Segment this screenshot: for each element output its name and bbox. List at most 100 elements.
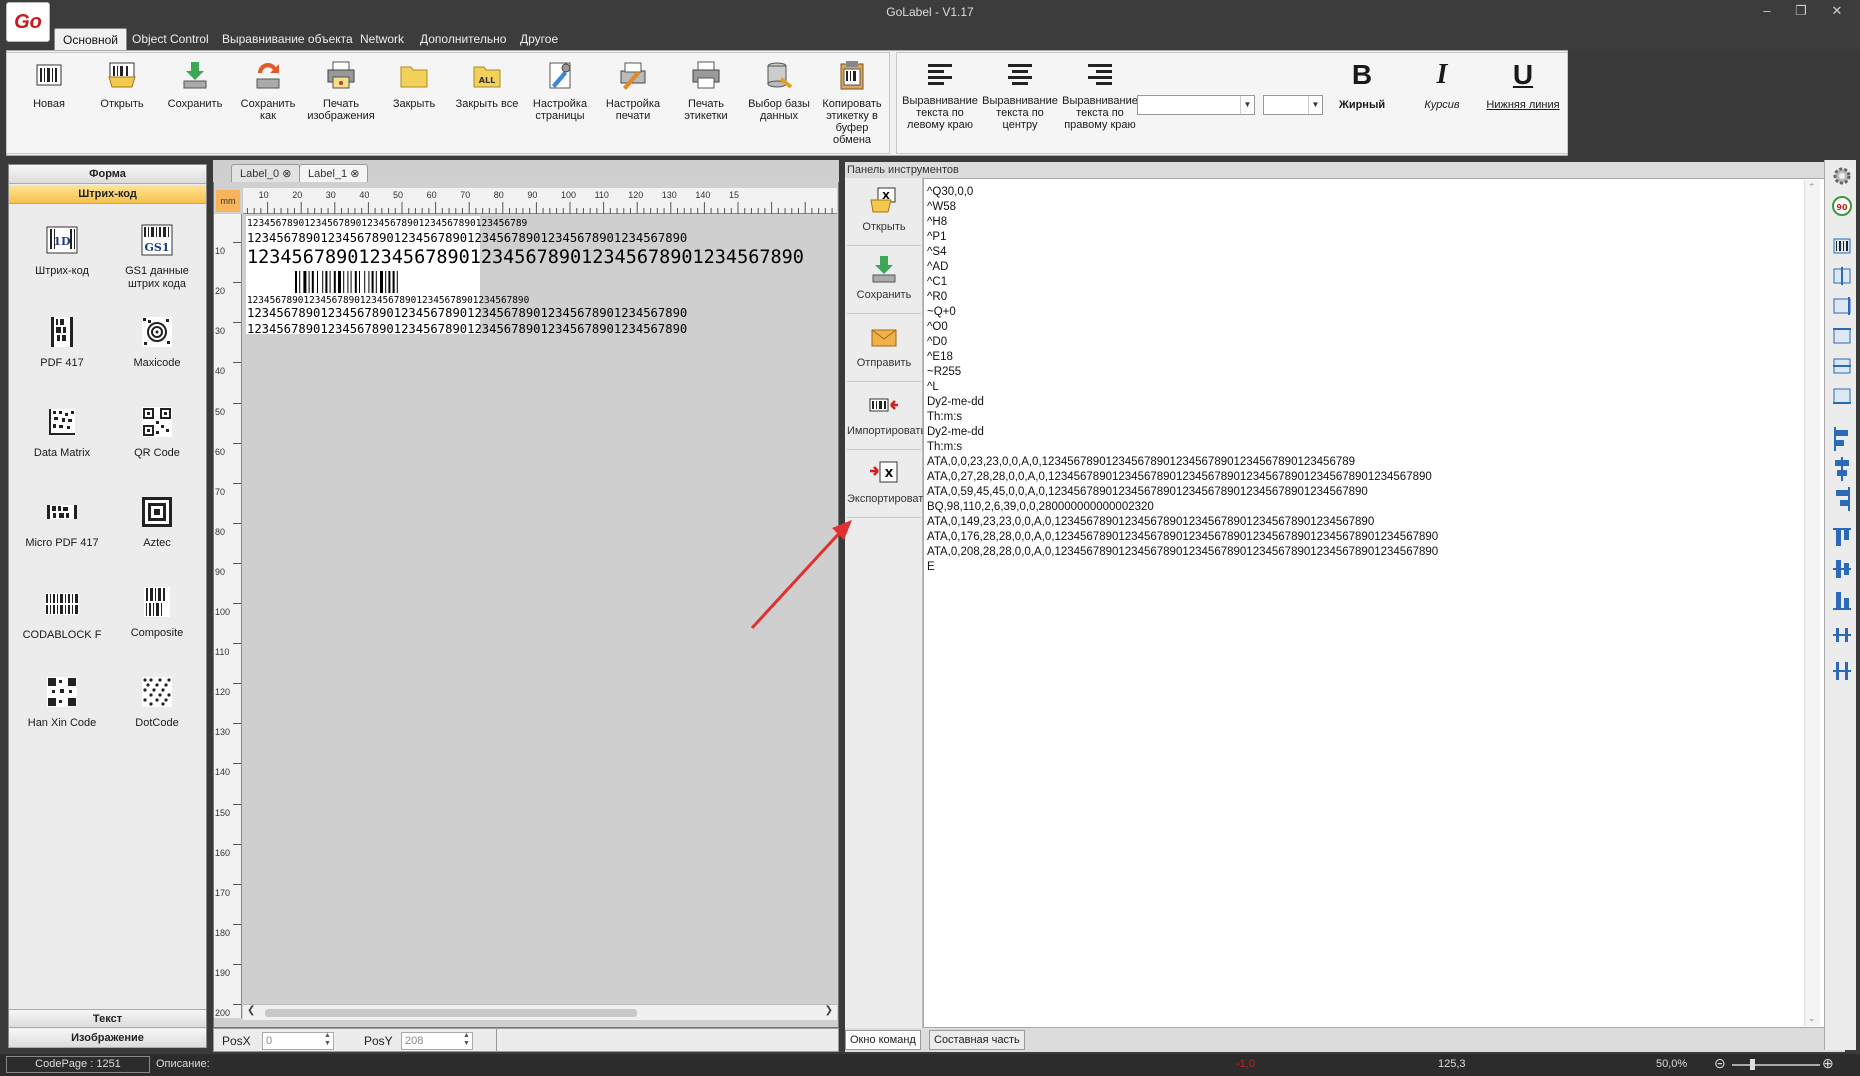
distribute-middle-icon[interactable] bbox=[1832, 556, 1852, 582]
distribute-right-icon[interactable] bbox=[1832, 486, 1852, 512]
cmd-import-button[interactable]: Импортировать bbox=[847, 384, 926, 450]
barcode-pdf417-item[interactable]: PDF 417 bbox=[17, 315, 107, 370]
save-as-button[interactable]: Сохранить как bbox=[233, 57, 303, 122]
close-all-button[interactable]: ALL Закрыть все bbox=[452, 57, 522, 110]
zoom-out-icon[interactable]: ⊝ bbox=[1714, 1055, 1726, 1072]
align-objects-right-icon[interactable] bbox=[1832, 296, 1852, 316]
underline-button[interactable]: U Нижняя линия bbox=[1485, 57, 1561, 111]
gear-icon[interactable] bbox=[1832, 166, 1852, 186]
command-text[interactable]: ^Q30,0,0 ^W58 ^H8 ^P1 ^S4 ^AD ^C1 ^R0 ~Q… bbox=[927, 185, 1807, 585]
section-text[interactable]: Текст bbox=[9, 1009, 206, 1028]
posx-spinner-icon[interactable]: ▲ ▼ bbox=[324, 1032, 331, 1048]
tab-other[interactable]: Другое bbox=[512, 28, 566, 50]
align-objects-hcenter-icon[interactable] bbox=[1832, 266, 1852, 286]
tab-label-1[interactable]: Label_1 ⊗ bbox=[299, 164, 369, 182]
font-size-select[interactable]: ▼ bbox=[1263, 95, 1323, 115]
rotate-90-icon[interactable]: 90 bbox=[1832, 196, 1852, 216]
barcode-maxicode-label: Maxicode bbox=[133, 357, 181, 369]
barcode-hanxin-label: Han Xin Code bbox=[27, 717, 97, 729]
save-button[interactable]: Сохранить bbox=[160, 57, 230, 110]
tab-additional[interactable]: Дополнительно bbox=[412, 28, 514, 50]
barcode-1d-item[interactable]: 1D Штрих-код bbox=[17, 223, 107, 278]
section-forma[interactable]: Форма bbox=[9, 165, 206, 184]
label-text-line[interactable]: 1234567890123456789012345678901234567890… bbox=[247, 306, 837, 320]
page-setup-button[interactable]: Настройка страницы bbox=[525, 57, 595, 122]
barcode-composite-item[interactable]: Composite bbox=[112, 585, 202, 640]
print-setup-button[interactable]: Настройка печати bbox=[598, 57, 668, 122]
open-button[interactable]: Открыть bbox=[87, 57, 157, 110]
zoom-in-icon[interactable]: ⊕ bbox=[1822, 1055, 1834, 1072]
barcode-qrcode-item[interactable]: QR Code bbox=[112, 405, 202, 460]
barcode-hanxin-item[interactable]: Han Xin Code bbox=[17, 675, 107, 730]
barcode-datamatrix-item[interactable]: Data Matrix bbox=[17, 405, 107, 460]
cmd-send-button[interactable]: Отправить bbox=[847, 316, 921, 382]
horizontal-scrollbar[interactable]: ❮ ❯ bbox=[243, 1004, 837, 1020]
label-text-line[interactable]: 1234567890123456789012345678901234567890… bbox=[247, 218, 837, 229]
tab-network[interactable]: Network bbox=[352, 28, 412, 50]
database-button[interactable]: Выбор базы данных bbox=[744, 57, 814, 122]
align-objects-bottom-icon[interactable] bbox=[1832, 386, 1852, 406]
font-name-select[interactable]: ▼ bbox=[1137, 95, 1255, 115]
barcode-dotcode-item[interactable]: DotCode bbox=[112, 675, 202, 730]
zoom-slider-thumb[interactable] bbox=[1750, 1059, 1755, 1070]
bold-button[interactable]: B Жирный bbox=[1327, 57, 1397, 111]
italic-button[interactable]: I Курсив bbox=[1407, 57, 1477, 111]
scroll-left-icon[interactable]: ❮ bbox=[247, 1005, 255, 1016]
cmd-save-button[interactable]: Сохранить bbox=[847, 248, 921, 314]
label-text-line[interactable]: 1234567890123456789012345678901234567890… bbox=[247, 295, 837, 306]
barcode-aztec-item[interactable]: Aztec bbox=[112, 495, 202, 550]
align-objects-top-icon[interactable] bbox=[1832, 326, 1852, 346]
copy-clipboard-button[interactable]: Копировать этикетку в буфер обмена bbox=[817, 57, 887, 146]
print-label-button[interactable]: Печать этикетки bbox=[671, 57, 741, 122]
scroll-right-icon[interactable]: ❯ bbox=[825, 1005, 833, 1016]
distribute-center-icon[interactable] bbox=[1832, 456, 1852, 482]
posy-spinner-icon[interactable]: ▲ ▼ bbox=[463, 1032, 470, 1048]
section-barcode[interactable]: Штрих-код bbox=[9, 185, 206, 204]
command-vertical-scrollbar[interactable]: ⌃ ⌄ bbox=[1804, 180, 1820, 1026]
barcode-gs1-item[interactable]: GS1 GS1 данные штрих кода bbox=[112, 223, 202, 291]
zoom-slider[interactable] bbox=[1732, 1064, 1820, 1066]
cmd-export-button[interactable]: X Экспортировать bbox=[847, 452, 929, 518]
align-objects-left-icon[interactable] bbox=[1832, 236, 1852, 256]
close-tab-icon[interactable]: ⊗ bbox=[350, 168, 359, 180]
distribute-bottom-icon[interactable] bbox=[1832, 586, 1852, 612]
print-image-button[interactable]: Печать изображения bbox=[306, 57, 376, 122]
distribute-left-icon[interactable] bbox=[1832, 426, 1852, 452]
unit-indicator[interactable]: mm bbox=[216, 190, 240, 212]
label-text-line[interactable]: 1234567890123456789012345678901234567890… bbox=[247, 231, 837, 245]
label-barcode[interactable] bbox=[295, 271, 432, 293]
align-center-button[interactable]: Выравнивание текста по центру bbox=[979, 57, 1061, 131]
distribute-top-icon[interactable] bbox=[1832, 526, 1852, 552]
scroll-down-icon[interactable]: ⌄ bbox=[1808, 1013, 1816, 1024]
barcode-micropdf-item[interactable]: Micro PDF 417 bbox=[17, 495, 107, 550]
close-file-button[interactable]: Закрыть bbox=[379, 57, 449, 110]
section-image[interactable]: Изображение bbox=[9, 1029, 206, 1048]
tab-object-align[interactable]: Выравнивание объекта bbox=[214, 28, 361, 50]
barcode-codablock-item[interactable]: CODABLOCK F bbox=[17, 587, 107, 642]
scroll-up-icon[interactable]: ⌃ bbox=[1808, 182, 1816, 193]
tab-main[interactable]: Основной bbox=[54, 28, 128, 50]
align-objects-vcenter-icon[interactable] bbox=[1832, 356, 1852, 376]
tab-components[interactable]: Составная часть bbox=[929, 1030, 1025, 1050]
tab-label-0[interactable]: Label_0 ⊗ bbox=[231, 164, 301, 182]
barcode-maxicode-item[interactable]: Maxicode bbox=[112, 315, 202, 370]
label-text-line[interactable]: 1234567890123456789012345678901234567890… bbox=[247, 322, 837, 336]
open-cmd-icon: X bbox=[870, 187, 896, 213]
equal-spacing-h-icon[interactable] bbox=[1832, 626, 1852, 652]
cmd-open-button[interactable]: X Открыть bbox=[847, 180, 921, 246]
label-text-line[interactable]: 1234567890123456789012345678901234567890… bbox=[247, 247, 837, 268]
tab-command-window[interactable]: Окно команд bbox=[845, 1030, 921, 1050]
close-button[interactable]: ✕ bbox=[1824, 2, 1850, 20]
align-left-button[interactable]: Выравнивание текста по левому краю bbox=[899, 57, 981, 131]
restore-button[interactable]: ❐ bbox=[1788, 2, 1814, 20]
codepage-indicator[interactable]: CodePage : 1251 bbox=[6, 1056, 150, 1073]
scroll-thumb[interactable] bbox=[265, 1009, 637, 1017]
tab-object-control[interactable]: Object Control bbox=[124, 28, 217, 50]
new-button[interactable]: Новая bbox=[14, 57, 84, 110]
equal-spacing-v-icon[interactable] bbox=[1832, 656, 1852, 682]
align-right-button[interactable]: Выравнивание текста по правому краю bbox=[1059, 57, 1141, 131]
minimize-button[interactable]: – bbox=[1754, 2, 1780, 20]
close-tab-icon[interactable]: ⊗ bbox=[282, 168, 291, 180]
app-logo[interactable]: Go bbox=[6, 2, 50, 42]
barcode-bar bbox=[392, 271, 395, 293]
